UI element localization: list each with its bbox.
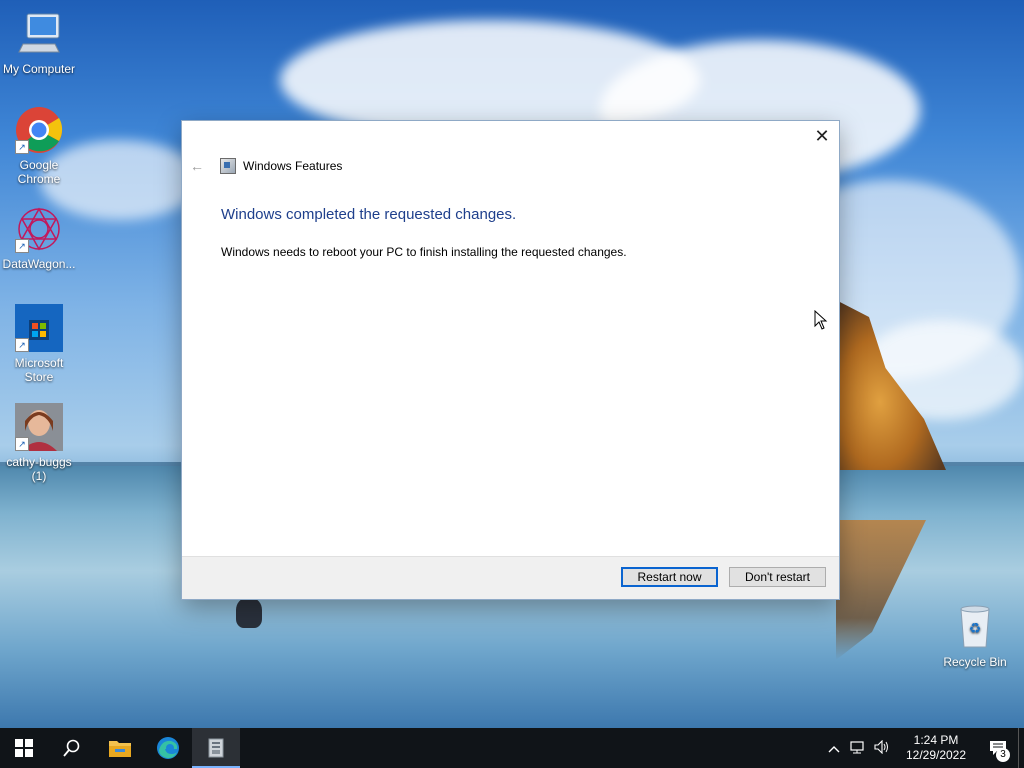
microsoft-store-icon: ↗ — [15, 304, 63, 352]
search-icon — [63, 739, 80, 757]
windows-logo-icon — [15, 739, 33, 757]
computer-icon — [15, 10, 63, 58]
person-silhouette — [236, 598, 262, 628]
svg-text:♻: ♻ — [969, 621, 982, 637]
shortcut-arrow-icon: ↗ — [15, 338, 29, 352]
shortcut-arrow-icon: ↗ — [15, 437, 29, 451]
dialog-heading: Windows completed the requested changes. — [221, 206, 517, 223]
windows-features-icon — [220, 158, 236, 174]
dialog-header-title: Windows Features — [243, 159, 343, 173]
chrome-icon: ↗ — [15, 106, 63, 154]
notification-count-badge: 3 — [996, 748, 1010, 762]
desktop-icon-recycle-bin[interactable]: ♻ Recycle Bin — [937, 603, 1013, 669]
dialog-message: Windows needs to reboot your PC to finis… — [221, 245, 627, 259]
action-center-button[interactable]: 3 — [978, 728, 1018, 768]
photo-thumbnail-icon: ↗ — [15, 403, 63, 451]
restart-now-button[interactable]: Restart now — [621, 567, 718, 587]
desktop-icon-label: Microsoft Store — [14, 356, 64, 384]
back-arrow-icon[interactable]: ← — [190, 158, 208, 174]
network-icon[interactable] — [846, 740, 870, 757]
desktop-icon-label: Google Chrome — [17, 158, 61, 186]
windows-features-dialog: ✕ ← Windows Features Windows completed t… — [182, 121, 839, 599]
chevron-up-icon[interactable] — [822, 741, 846, 756]
search-button[interactable] — [48, 728, 96, 768]
clock-time: 1:24 PM — [913, 733, 959, 747]
taskbar-edge[interactable] — [144, 728, 192, 768]
taskbar-file-explorer[interactable] — [96, 728, 144, 768]
desktop-icon-datawagon[interactable]: ↗ DataWagon... — [1, 205, 77, 271]
desktop-icon-my-computer[interactable]: My Computer — [1, 10, 77, 76]
system-tray: 1:24 PM 12/29/2022 3 — [822, 728, 1024, 768]
taskbar: 1:24 PM 12/29/2022 3 — [0, 728, 1024, 768]
start-button[interactable] — [0, 728, 48, 768]
close-icon: ✕ — [814, 126, 830, 146]
shortcut-arrow-icon: ↗ — [15, 140, 29, 154]
volume-icon[interactable] — [870, 739, 894, 757]
datawagon-icon: ↗ — [15, 205, 63, 253]
folder-icon — [109, 741, 131, 757]
dialog-header: ← Windows Features — [190, 157, 342, 175]
show-desktop-button[interactable] — [1018, 728, 1024, 768]
recycle-bin-icon: ♻ — [951, 603, 999, 651]
windows-features-icon — [208, 738, 224, 758]
desktop-icon-label: DataWagon... — [2, 257, 76, 271]
edge-icon — [157, 737, 179, 759]
shortcut-arrow-icon: ↗ — [15, 239, 29, 253]
dont-restart-button[interactable]: Don't restart — [729, 567, 826, 587]
desktop-icon-label: My Computer — [2, 62, 76, 76]
desktop-icon-cathy-buggs[interactable]: ↗ cathy-buggs (1) — [1, 403, 77, 483]
clock[interactable]: 1:24 PM 12/29/2022 — [900, 733, 972, 763]
desktop-icon-label: Recycle Bin — [943, 655, 1007, 669]
desktop-icon-label: cathy-buggs (1) — [6, 455, 72, 483]
desktop-icon-microsoft-store[interactable]: ↗ Microsoft Store — [1, 304, 77, 384]
taskbar-windows-features[interactable] — [192, 728, 240, 768]
clock-date: 12/29/2022 — [905, 748, 967, 762]
close-button[interactable]: ✕ — [811, 125, 833, 147]
desktop-icon-google-chrome[interactable]: ↗ Google Chrome — [1, 106, 77, 186]
dialog-footer: Restart now Don't restart — [182, 556, 839, 599]
mouse-cursor-icon — [814, 310, 828, 330]
